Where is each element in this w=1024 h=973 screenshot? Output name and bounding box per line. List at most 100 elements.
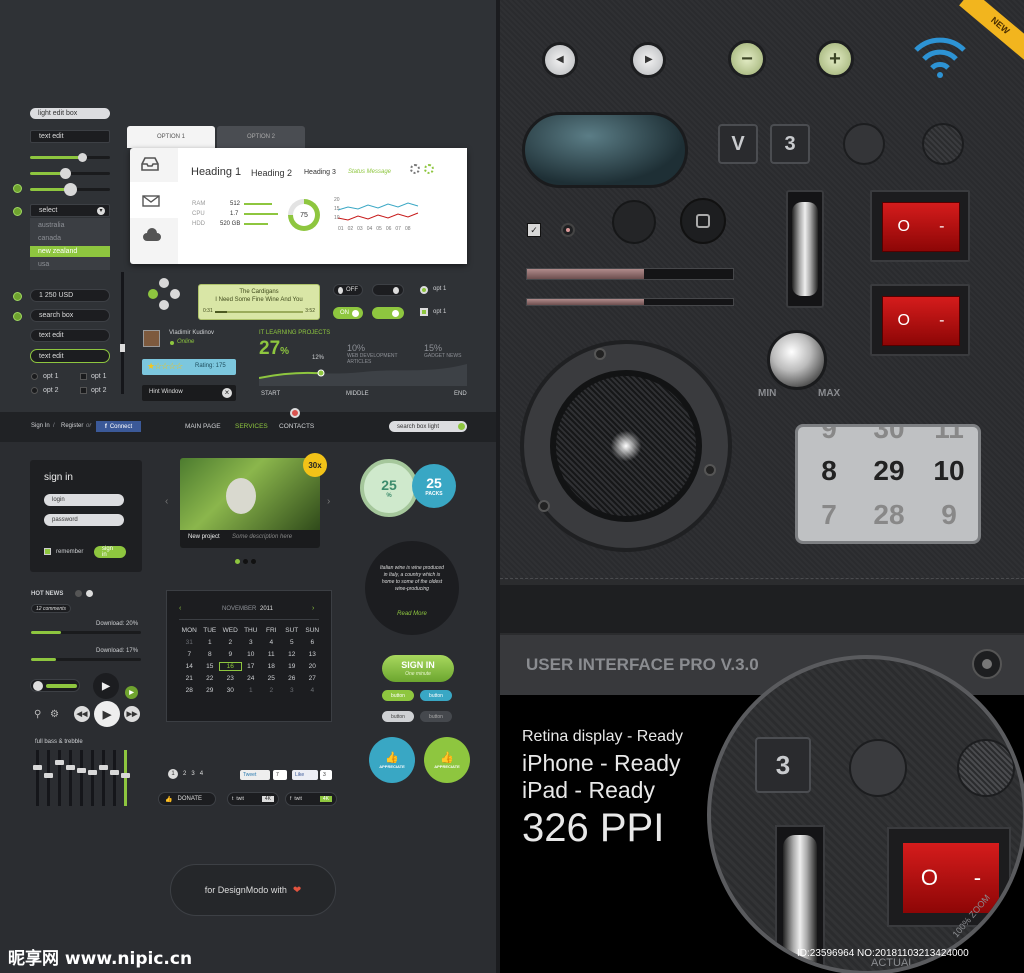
calendar-day[interactable]: 6 xyxy=(302,639,323,646)
minus-button[interactable]: − xyxy=(728,40,766,78)
slider-2[interactable] xyxy=(30,168,110,179)
date-counter[interactable]: 9 8 7 30 29 28 11 10 9 xyxy=(795,424,981,544)
calendar-day[interactable]: 26 xyxy=(282,675,303,682)
like-button[interactable]: Like xyxy=(292,770,318,780)
calendar-day[interactable]: 2 xyxy=(261,687,282,694)
signin-big-button[interactable]: SIGN IN One minute xyxy=(382,655,454,682)
radio-2[interactable] xyxy=(31,387,38,394)
eq-slider[interactable] xyxy=(110,750,119,806)
play-button-small[interactable]: ▶ xyxy=(125,686,138,699)
rocker-switch-1[interactable]: O- xyxy=(870,190,970,262)
select-option-usa[interactable]: usa xyxy=(38,261,49,268)
calendar-day[interactable]: 2 xyxy=(220,639,241,646)
calendar-day[interactable]: 28 xyxy=(179,687,200,694)
checkbox-checked[interactable]: ✓ xyxy=(527,223,541,237)
calendar-day[interactable]: 23 xyxy=(220,675,241,682)
checkbox-2[interactable] xyxy=(80,387,87,394)
slider-3[interactable] xyxy=(30,183,110,196)
page-4[interactable]: 4 xyxy=(200,769,203,779)
eq-slider[interactable] xyxy=(121,750,130,806)
calendar-day[interactable]: 31 xyxy=(179,639,200,646)
power-button[interactable] xyxy=(972,649,1002,679)
mail-icon[interactable] xyxy=(142,194,160,212)
zoom-mesh-button[interactable] xyxy=(957,739,1015,797)
twit-button[interactable]: t twit 4K xyxy=(227,792,279,806)
toggle-on[interactable]: ON xyxy=(333,307,363,319)
eq-slider[interactable] xyxy=(99,750,108,806)
three-key[interactable]: 3 xyxy=(770,124,810,164)
chevron-right-icon[interactable]: › xyxy=(327,496,330,507)
calendar-day[interactable]: 3 xyxy=(282,687,303,694)
calendar-day[interactable]: 7 xyxy=(179,651,200,658)
next-icon[interactable] xyxy=(86,590,93,597)
round-mesh-button[interactable] xyxy=(922,123,964,165)
rewind-button[interactable]: ◀◀ xyxy=(74,706,90,722)
eq-slider[interactable] xyxy=(55,750,64,806)
page-3[interactable]: 3 xyxy=(191,769,194,779)
calendar-next-icon[interactable]: › xyxy=(312,605,314,612)
player-progress[interactable] xyxy=(215,311,303,313)
volume-icon[interactable] xyxy=(33,680,43,691)
star-icons[interactable]: ★☆☆☆☆ xyxy=(147,361,183,372)
nav-register-link[interactable]: Register xyxy=(61,423,83,429)
eq-slider[interactable] xyxy=(66,750,75,806)
right-arrow-button[interactable]: ▶ xyxy=(630,42,666,78)
calendar-day[interactable]: 30 xyxy=(220,687,241,694)
designmodo-footer[interactable]: for DesignModo with ❤ xyxy=(170,864,336,916)
settings-icon[interactable]: ⚙ xyxy=(50,709,59,720)
nav-contacts[interactable]: CONTACTS xyxy=(279,423,314,430)
search-box[interactable]: search box xyxy=(30,309,110,322)
left-arrow-button[interactable]: ◀ xyxy=(542,42,578,78)
select-dropdown[interactable]: select ▾ xyxy=(30,204,110,217)
calendar-prev-icon[interactable]: ‹ xyxy=(179,605,181,612)
dpad-up[interactable] xyxy=(159,278,169,288)
avatar[interactable] xyxy=(143,330,160,347)
toggle-dark[interactable] xyxy=(372,284,404,296)
video-thumbnail[interactable]: New project Some description here xyxy=(180,458,320,548)
comments-badge[interactable]: 12 comments xyxy=(31,604,71,613)
volume-slider[interactable] xyxy=(30,679,80,692)
calendar-day[interactable]: 13 xyxy=(302,651,323,658)
eq-knob[interactable] xyxy=(88,770,97,775)
cloud-icon[interactable] xyxy=(142,228,162,247)
light-edit-box[interactable]: light edit box xyxy=(30,108,110,119)
quote-read-more[interactable]: Read More xyxy=(365,611,459,617)
eq-knob[interactable] xyxy=(110,770,119,775)
counter-col-1[interactable]: 9 8 7 xyxy=(801,427,857,541)
counter-col-2[interactable]: 30 29 28 xyxy=(861,427,917,541)
zoom-three-key[interactable]: 3 xyxy=(755,737,811,793)
toggle-off[interactable]: OFF xyxy=(333,284,363,296)
calendar-day[interactable]: 12 xyxy=(282,651,303,658)
calendar-day[interactable]: 10 xyxy=(241,651,262,658)
dpad-left[interactable] xyxy=(148,289,158,299)
carousel-dot[interactable] xyxy=(243,559,248,564)
dpad-pill[interactable] xyxy=(522,112,688,188)
eq-slider[interactable] xyxy=(44,750,53,806)
calendar-day[interactable]: 19 xyxy=(282,663,303,670)
toggle-green[interactable] xyxy=(372,307,404,319)
slider-1[interactable] xyxy=(30,153,110,162)
vertical-scroller[interactable] xyxy=(786,190,824,308)
plus-button[interactable]: + xyxy=(816,40,854,78)
checkbox-opt[interactable] xyxy=(420,308,428,316)
round-indent[interactable] xyxy=(612,200,656,244)
calendar-day[interactable]: 5 xyxy=(282,639,303,646)
search-icon[interactable]: ⚲ xyxy=(34,709,41,720)
appreciate-badge-blue[interactable]: 👍 APPRECIATE xyxy=(369,737,415,783)
close-icon[interactable]: × xyxy=(222,388,232,398)
donate-button[interactable]: 👍 DONATE xyxy=(158,792,216,806)
eq-knob[interactable] xyxy=(66,765,75,770)
v-key[interactable]: V xyxy=(718,124,758,164)
eq-slider[interactable] xyxy=(77,750,86,806)
prev-icon[interactable] xyxy=(75,590,82,597)
calendar-day[interactable]: 11 xyxy=(261,651,282,658)
calendar-day[interactable]: 3 xyxy=(241,639,262,646)
amount-spinner[interactable]: 1 250 USD xyxy=(30,289,110,302)
calendar-day[interactable]: 14 xyxy=(179,663,200,670)
appreciate-badge-green[interactable]: 👍 APPRECIATE xyxy=(424,737,470,783)
calendar-day[interactable]: 20 xyxy=(302,663,323,670)
zoom-round-button[interactable] xyxy=(849,739,907,797)
home-button[interactable] xyxy=(680,198,726,244)
checkbox-1[interactable] xyxy=(80,373,87,380)
slider-3-knob[interactable] xyxy=(64,183,77,196)
